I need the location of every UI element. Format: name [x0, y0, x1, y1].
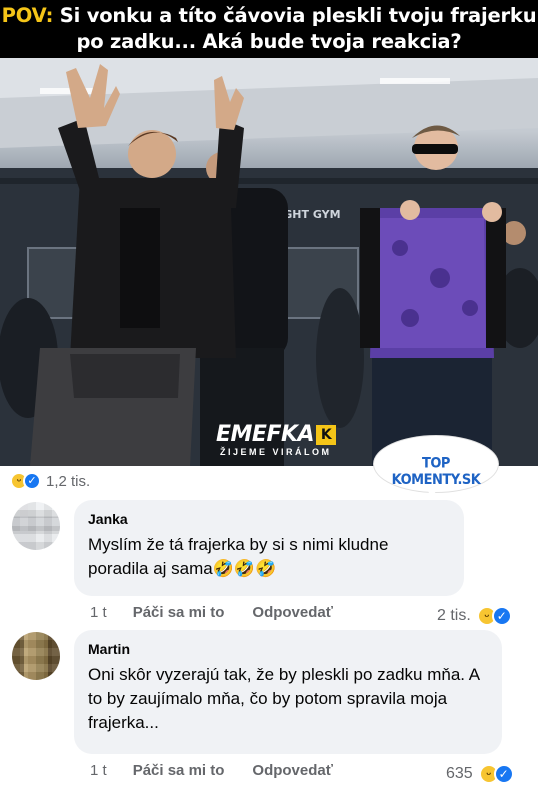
like-button[interactable]: Páči sa mi to [133, 762, 225, 779]
photo-illustration: SPARTAKUS FIGHT GYM [0, 58, 538, 466]
comment-text: Oni skôr vyzerajú tak, že by pleskli po … [88, 665, 480, 732]
avatar[interactable] [12, 502, 60, 550]
post-caption: POV: Si vonku a títo čávovia pleskli tvo… [0, 0, 538, 58]
reply-button[interactable]: Odpovedať [252, 762, 333, 779]
comment-bubble: Martin Oni skôr vyzerajú tak, že by ples… [74, 630, 502, 754]
watermark-text: TOP KOMENTY.SK [391, 455, 481, 489]
comment-reaction-count: 2 tis. [437, 607, 471, 624]
like-icon: ✓ [493, 764, 514, 784]
reply-button[interactable]: Odpovedať [252, 604, 333, 621]
caption-prefix: POV: [1, 4, 54, 27]
comment-author[interactable]: Martin [88, 639, 490, 659]
comment-time[interactable]: 1 t [90, 762, 107, 779]
brand-logo: EMEFKA K ŽIJEME VIRÁLOM [216, 423, 340, 463]
reaction-count: 1,2 tis. [46, 472, 91, 490]
brand-name: EMEFKA [216, 422, 315, 447]
comment-text: Myslím že tá frajerka by si s nimi kludn… [88, 535, 389, 578]
brand-k-icon: K [316, 425, 337, 445]
like-icon: ✓ [23, 472, 41, 490]
caption-text: Si vonku a títo čávovia pleskli tvoju fr… [53, 4, 537, 53]
like-icon: ✓ [491, 606, 512, 626]
comment-bubble: Janka Myslím že tá frajerka by si s nimi… [74, 500, 464, 596]
comment-time[interactable]: 1 t [90, 604, 107, 621]
comment-actions: 1 t Páči sa mi to Odpovedať [90, 762, 361, 779]
brand-tagline: ŽIJEME VIRÁLOM [220, 447, 332, 457]
comment-actions: 1 t Páči sa mi to Odpovedať [90, 604, 361, 621]
like-button[interactable]: Páči sa mi to [133, 604, 225, 621]
avatar[interactable] [12, 632, 60, 680]
comment-reactions[interactable]: 635 ᵕ ✓ [446, 764, 514, 784]
comment-reactions[interactable]: 2 tis. ᵕ ✓ [437, 606, 512, 626]
post-reactions[interactable]: ᵕ ✓ 1,2 tis. [10, 470, 90, 492]
topkomenty-watermark: TOP KOMENTY.SK [374, 436, 498, 502]
comment-author[interactable]: Janka [88, 509, 452, 529]
post-photo[interactable]: SPARTAKUS FIGHT GYM [0, 58, 538, 466]
comment-reaction-count: 635 [446, 765, 473, 782]
